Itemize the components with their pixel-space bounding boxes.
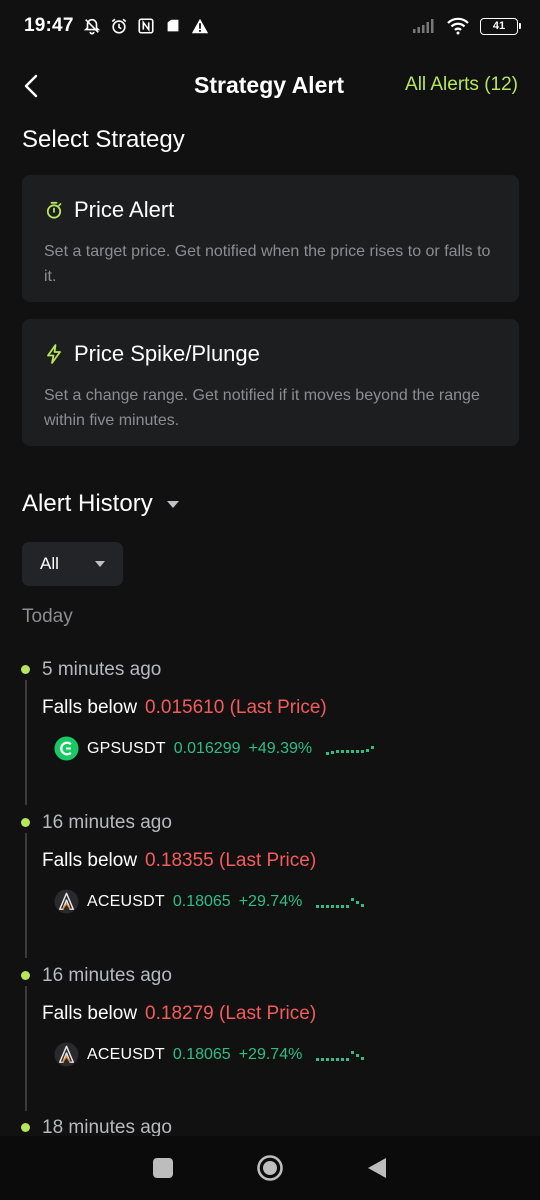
battery-icon: 41	[480, 17, 521, 35]
circle-icon	[257, 1155, 283, 1181]
ticker-change: +29.74%	[238, 892, 303, 910]
battery-level: 41	[492, 20, 506, 32]
filter-dropdown[interactable]: All	[22, 542, 123, 586]
price-alert-title: Price Alert	[74, 197, 175, 222]
caret-down-icon	[95, 561, 105, 567]
gps-logo	[54, 736, 79, 761]
sparkline-icon	[316, 1050, 365, 1061]
entry-condition: Falls below 0.015610 (Last Price)	[42, 697, 327, 719]
condition-label: Falls below	[42, 697, 138, 718]
caret-down-icon	[166, 500, 179, 508]
ticker-row[interactable]: GPSUSDT 0.016299 +49.39%	[54, 736, 375, 761]
condition-label: Falls below	[42, 1003, 138, 1024]
alert-history-title: Alert History	[22, 490, 153, 517]
price-alert-desc: Set a target price. Get notified when th…	[44, 243, 491, 285]
signal-icon	[413, 19, 434, 33]
nfc-icon	[138, 18, 154, 34]
entry-condition: Falls below 0.18279 (Last Price)	[42, 1003, 316, 1025]
timeline-dot	[21, 665, 30, 674]
square-icon	[153, 1158, 174, 1178]
alert-history-dropdown[interactable]: Alert History	[22, 490, 179, 518]
target-price: 0.18355 (Last Price)	[145, 850, 317, 871]
all-alerts-link[interactable]: All Alerts (12)	[405, 74, 518, 96]
timeline-dot	[21, 971, 30, 980]
header: Strategy Alert All Alerts (12)	[0, 58, 540, 114]
sim-icon	[167, 19, 179, 32]
ticker-price: 0.18065	[172, 1045, 231, 1063]
entry-time: 16 minutes ago	[42, 965, 172, 986]
timeline-line	[25, 680, 27, 805]
lightning-icon	[47, 344, 61, 364]
price-spike-desc: Set a change range. Get notified if it m…	[44, 387, 480, 429]
target-price: 0.18279 (Last Price)	[145, 1003, 317, 1024]
ticker-symbol: ACEUSDT	[87, 892, 165, 910]
timeline-line	[25, 833, 27, 958]
ticker-row[interactable]: ACEUSDT 0.18065 +29.74%	[54, 1042, 365, 1067]
status-bar: 19:47 41	[0, 0, 540, 52]
ticker-price: 0.18065	[172, 892, 231, 910]
price-spike-title: Price Spike/Plunge	[74, 341, 260, 366]
alarm-icon	[111, 18, 126, 34]
ace-logo	[54, 889, 79, 914]
ticker-change: +29.74%	[238, 1045, 303, 1063]
status-time: 19:47	[24, 15, 74, 36]
bell-off-icon	[83, 18, 100, 35]
ticker-symbol: ACEUSDT	[87, 1045, 165, 1063]
filter-label: All	[40, 554, 59, 573]
warning-icon	[191, 18, 208, 34]
timeline-dot	[21, 818, 30, 827]
condition-label: Falls below	[42, 850, 138, 871]
target-price: 0.015610 (Last Price)	[145, 697, 327, 718]
ace-logo	[54, 1042, 79, 1067]
timeline-line	[25, 986, 27, 1111]
system-nav-bar	[0, 1136, 540, 1200]
stopwatch-icon	[46, 201, 62, 219]
wifi-icon	[447, 17, 469, 35]
sparkline-icon	[326, 745, 375, 755]
recents-button[interactable]	[148, 1153, 178, 1183]
ticker-symbol: GPSUSDT	[87, 739, 166, 757]
ticker-price: 0.016299	[173, 739, 241, 757]
price-alert-card[interactable]: Price Alert Set a target price. Get noti…	[22, 175, 519, 302]
ticker-change: +49.39%	[248, 739, 313, 757]
ticker-row[interactable]: ACEUSDT 0.18065 +29.74%	[54, 889, 365, 914]
home-button[interactable]	[255, 1153, 285, 1183]
back-button[interactable]	[362, 1153, 392, 1183]
triangle-back-icon	[367, 1158, 386, 1178]
entry-condition: Falls below 0.18355 (Last Price)	[42, 850, 316, 872]
select-strategy-title: Select Strategy	[22, 126, 185, 153]
price-spike-card[interactable]: Price Spike/Plunge Set a change range. G…	[22, 319, 519, 446]
entry-time: 5 minutes ago	[42, 659, 162, 680]
group-label: Today	[22, 606, 73, 627]
sparkline-icon	[316, 897, 365, 908]
entry-time: 16 minutes ago	[42, 812, 172, 833]
timeline-dot	[21, 1123, 30, 1132]
